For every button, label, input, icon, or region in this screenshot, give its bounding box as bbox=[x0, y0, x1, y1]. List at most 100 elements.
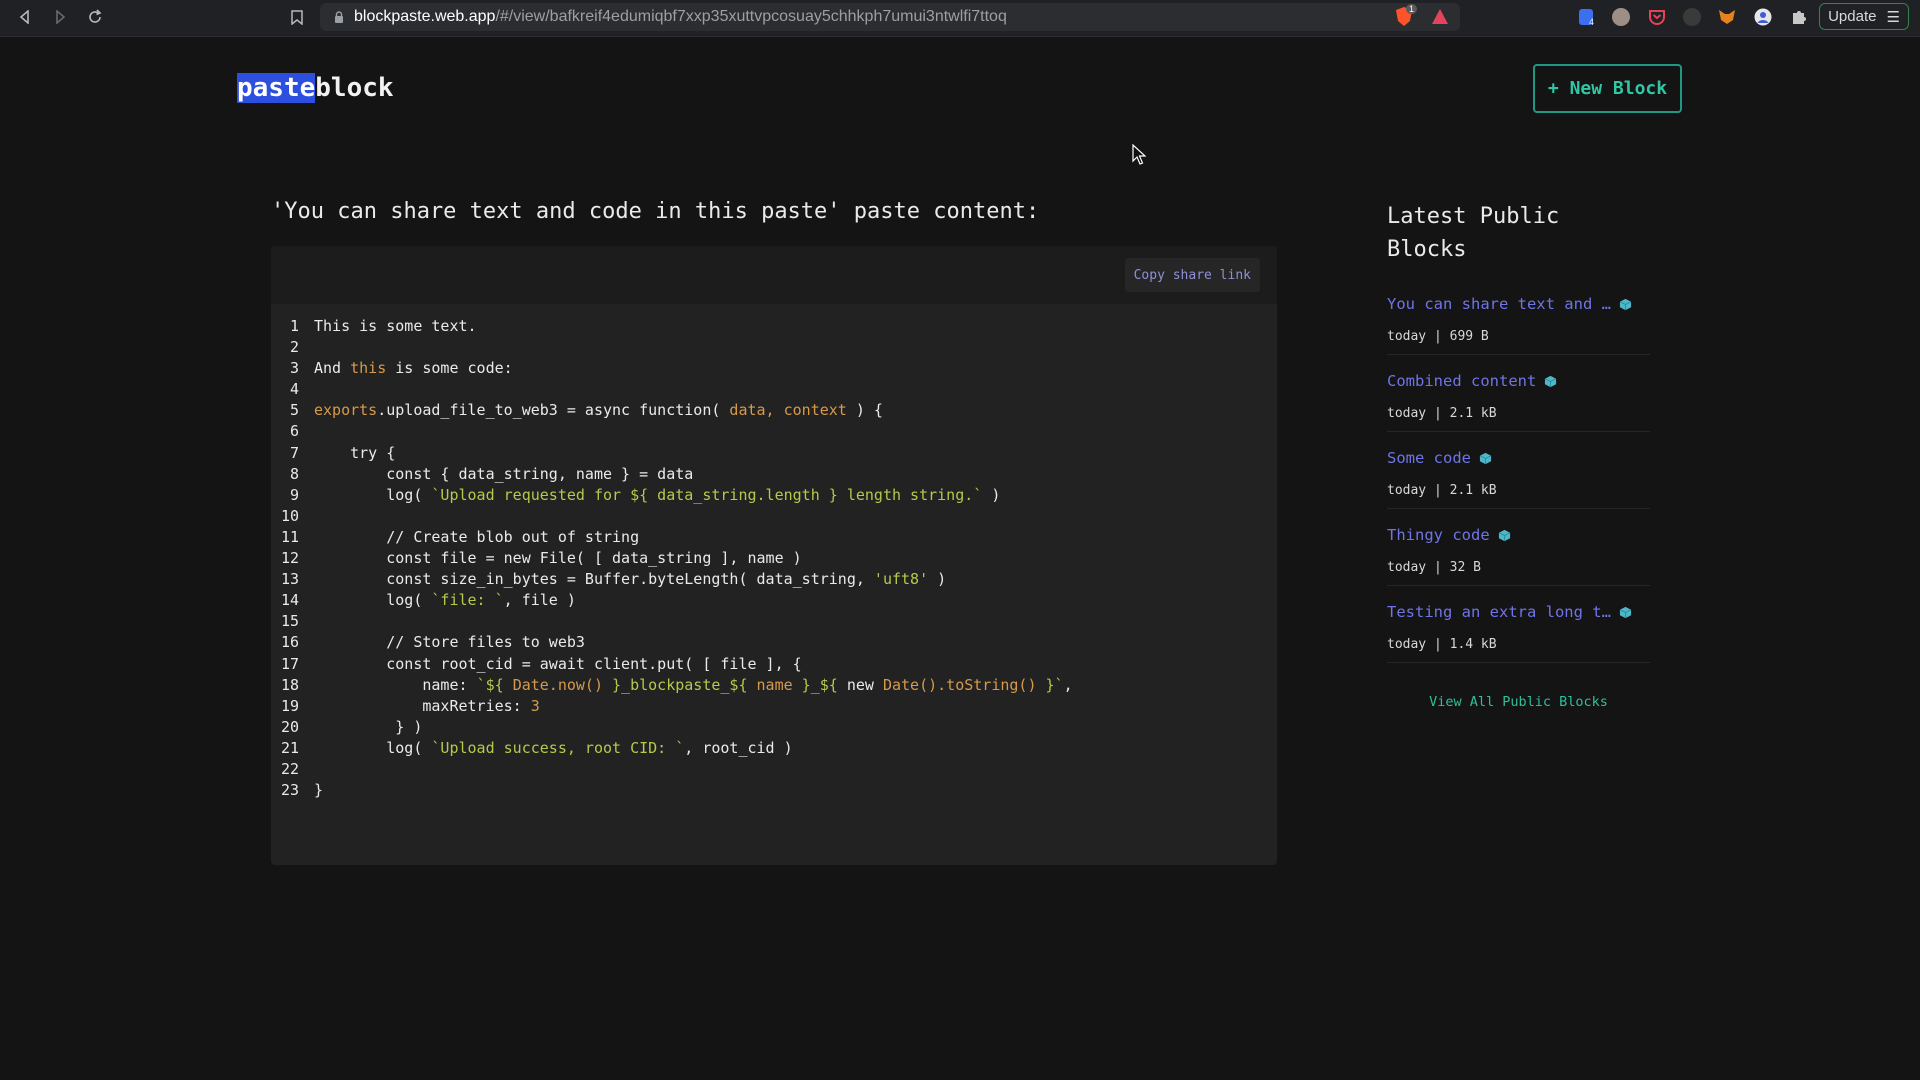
code-line: 12 const file = new File( [ data_string … bbox=[271, 548, 1277, 569]
brave-rewards-icon[interactable] bbox=[1431, 8, 1449, 31]
line-content: // Create blob out of string bbox=[314, 527, 639, 548]
block-link[interactable]: You can share text and … bbox=[1387, 292, 1650, 316]
code-token: } ) bbox=[314, 717, 423, 736]
line-number: 20 bbox=[280, 717, 299, 736]
new-block-button[interactable]: + New Block bbox=[1533, 64, 1682, 113]
logo-rest: block bbox=[315, 73, 394, 103]
code-line: 7 try { bbox=[271, 443, 1277, 464]
line-number: 2 bbox=[289, 338, 299, 357]
line-number: 6 bbox=[289, 422, 299, 441]
code-line: 4 bbox=[271, 379, 1277, 400]
code-token: try { bbox=[314, 443, 396, 462]
bookmark-icon[interactable] bbox=[286, 6, 308, 28]
code-token: `${ bbox=[476, 675, 513, 694]
line-number: 16 bbox=[280, 633, 299, 652]
code-line: 1 This is some text. bbox=[271, 316, 1277, 337]
block-link[interactable]: Testing an extra long t… bbox=[1387, 600, 1650, 624]
line-number: 14 bbox=[280, 591, 299, 610]
line-content: name: `${ Date.now() }_blockpaste_${ nam… bbox=[314, 675, 1072, 696]
code-token: this bbox=[350, 359, 387, 378]
code-token: }` bbox=[1036, 675, 1064, 694]
copy-share-link-button[interactable]: Copy share link bbox=[1124, 258, 1260, 292]
code-line: 20 } ) bbox=[271, 717, 1277, 738]
block-link[interactable]: Some code bbox=[1387, 446, 1650, 470]
code-card: Copy share link 1 This is some text. 2 3 And… bbox=[271, 246, 1277, 865]
line-content: } bbox=[314, 780, 323, 801]
line-number: 19 bbox=[280, 696, 299, 715]
extensions-puzzle-icon[interactable] bbox=[1790, 8, 1808, 31]
code-line: 23} bbox=[271, 780, 1277, 801]
menu-icon: ☰ bbox=[1886, 8, 1900, 26]
profile-avatar-icon[interactable] bbox=[1754, 8, 1772, 31]
line-number: 3 bbox=[289, 359, 299, 378]
block-title: Some code bbox=[1387, 449, 1471, 467]
code-token: `file: ` bbox=[431, 591, 504, 610]
block-meta: today | 699 B bbox=[1387, 329, 1489, 344]
extension-shield-icon[interactable]: 4 bbox=[1577, 7, 1597, 32]
forward-icon[interactable] bbox=[49, 6, 71, 28]
code-line: 11 // Create blob out of string bbox=[271, 527, 1277, 548]
code-token: }_${ bbox=[792, 675, 847, 694]
code-token: name: bbox=[314, 675, 477, 694]
line-content: log( `Upload success, root CID: `, root_… bbox=[314, 738, 793, 759]
code-line: 19 maxRetries: 3 bbox=[271, 696, 1277, 717]
code-token: And bbox=[314, 359, 351, 378]
code-token: `Upload success, root CID: ` bbox=[431, 738, 685, 757]
code-token: is some code: bbox=[386, 359, 513, 378]
line-number: 15 bbox=[280, 612, 299, 631]
code-block: 1 This is some text. 2 3 And this is some co… bbox=[271, 316, 1277, 801]
block-link[interactable]: Combined content bbox=[1387, 369, 1650, 393]
block-list-item: You can share text and … today | 699 B bbox=[1387, 292, 1650, 355]
line-number: 4 bbox=[289, 380, 299, 399]
dark-extension-icon[interactable] bbox=[1683, 8, 1701, 26]
code-line: 2 bbox=[271, 337, 1277, 358]
line-content: try { bbox=[314, 443, 395, 464]
block-meta: today | 2.1 kB bbox=[1387, 483, 1497, 498]
code-token: log( bbox=[314, 738, 432, 757]
line-number: 21 bbox=[280, 738, 299, 757]
line-number: 9 bbox=[289, 485, 299, 504]
code-line: 13 const size_in_bytes = Buffer.byteLeng… bbox=[271, 569, 1277, 590]
code-token: log( bbox=[314, 485, 432, 504]
line-number: 22 bbox=[280, 759, 299, 778]
block-list-item: Combined content today | 2.1 kB bbox=[1387, 369, 1650, 432]
block-meta: today | 2.1 kB bbox=[1387, 406, 1497, 421]
code-token: , root_cid ) bbox=[684, 738, 793, 757]
code-token: }_blockpaste_${ bbox=[603, 675, 757, 694]
code-token: 'uft8' bbox=[873, 570, 929, 589]
brave-badge: 1 bbox=[1406, 4, 1418, 14]
latest-blocks-sidebar: Latest Public Blocks You can share text … bbox=[1387, 200, 1650, 710]
code-line: 22 bbox=[271, 759, 1277, 780]
code-token: This is some text. bbox=[314, 317, 477, 335]
url-path: /#/view/bafkreif4edumiqbf7xxp35xuttvpcos… bbox=[495, 8, 1007, 25]
metamask-icon[interactable] bbox=[1718, 8, 1736, 31]
brave-shield-icon[interactable]: 1 bbox=[1394, 4, 1418, 28]
lock-icon bbox=[334, 10, 344, 24]
cube-icon bbox=[1619, 298, 1632, 310]
paste-heading: 'You can share text and code in this pas… bbox=[271, 199, 1040, 224]
line-content: const size_in_bytes = Buffer.byteLength(… bbox=[314, 569, 946, 590]
code-token: `Upload requested for ${ data_string.len… bbox=[431, 485, 983, 504]
back-icon[interactable] bbox=[14, 6, 36, 28]
line-content: log( `Upload requested for ${ data_strin… bbox=[314, 485, 1000, 506]
view-all-blocks-link[interactable]: View All Public Blocks bbox=[1387, 694, 1650, 710]
update-button[interactable]: Update ☰ bbox=[1819, 3, 1909, 30]
reload-icon[interactable] bbox=[84, 6, 106, 28]
cube-icon bbox=[1479, 452, 1492, 464]
line-number: 23 bbox=[280, 781, 299, 800]
code-token: data, context bbox=[729, 401, 847, 420]
block-list-item: Some code today | 2.1 kB bbox=[1387, 446, 1650, 509]
block-link[interactable]: Thingy code bbox=[1387, 523, 1650, 547]
pocket-icon[interactable] bbox=[1648, 8, 1666, 31]
code-line: 21 log( `Upload success, root CID: `, ro… bbox=[271, 738, 1277, 759]
code-token: maxRetries: bbox=[314, 696, 531, 715]
address-bar[interactable]: blockpaste.web.app/#/view/bafkreif4edumi… bbox=[320, 3, 1460, 31]
owl-extension-icon[interactable] bbox=[1612, 8, 1630, 26]
block-meta: today | 32 B bbox=[1387, 560, 1481, 575]
cube-icon bbox=[1619, 606, 1632, 618]
code-line: 8 const { data_string, name } = data bbox=[271, 464, 1277, 485]
code-token: 3 bbox=[530, 696, 540, 715]
site-logo[interactable]: pasteblock bbox=[237, 73, 394, 103]
code-line: 15 bbox=[271, 611, 1277, 632]
code-token: Date().toString() bbox=[882, 675, 1037, 694]
